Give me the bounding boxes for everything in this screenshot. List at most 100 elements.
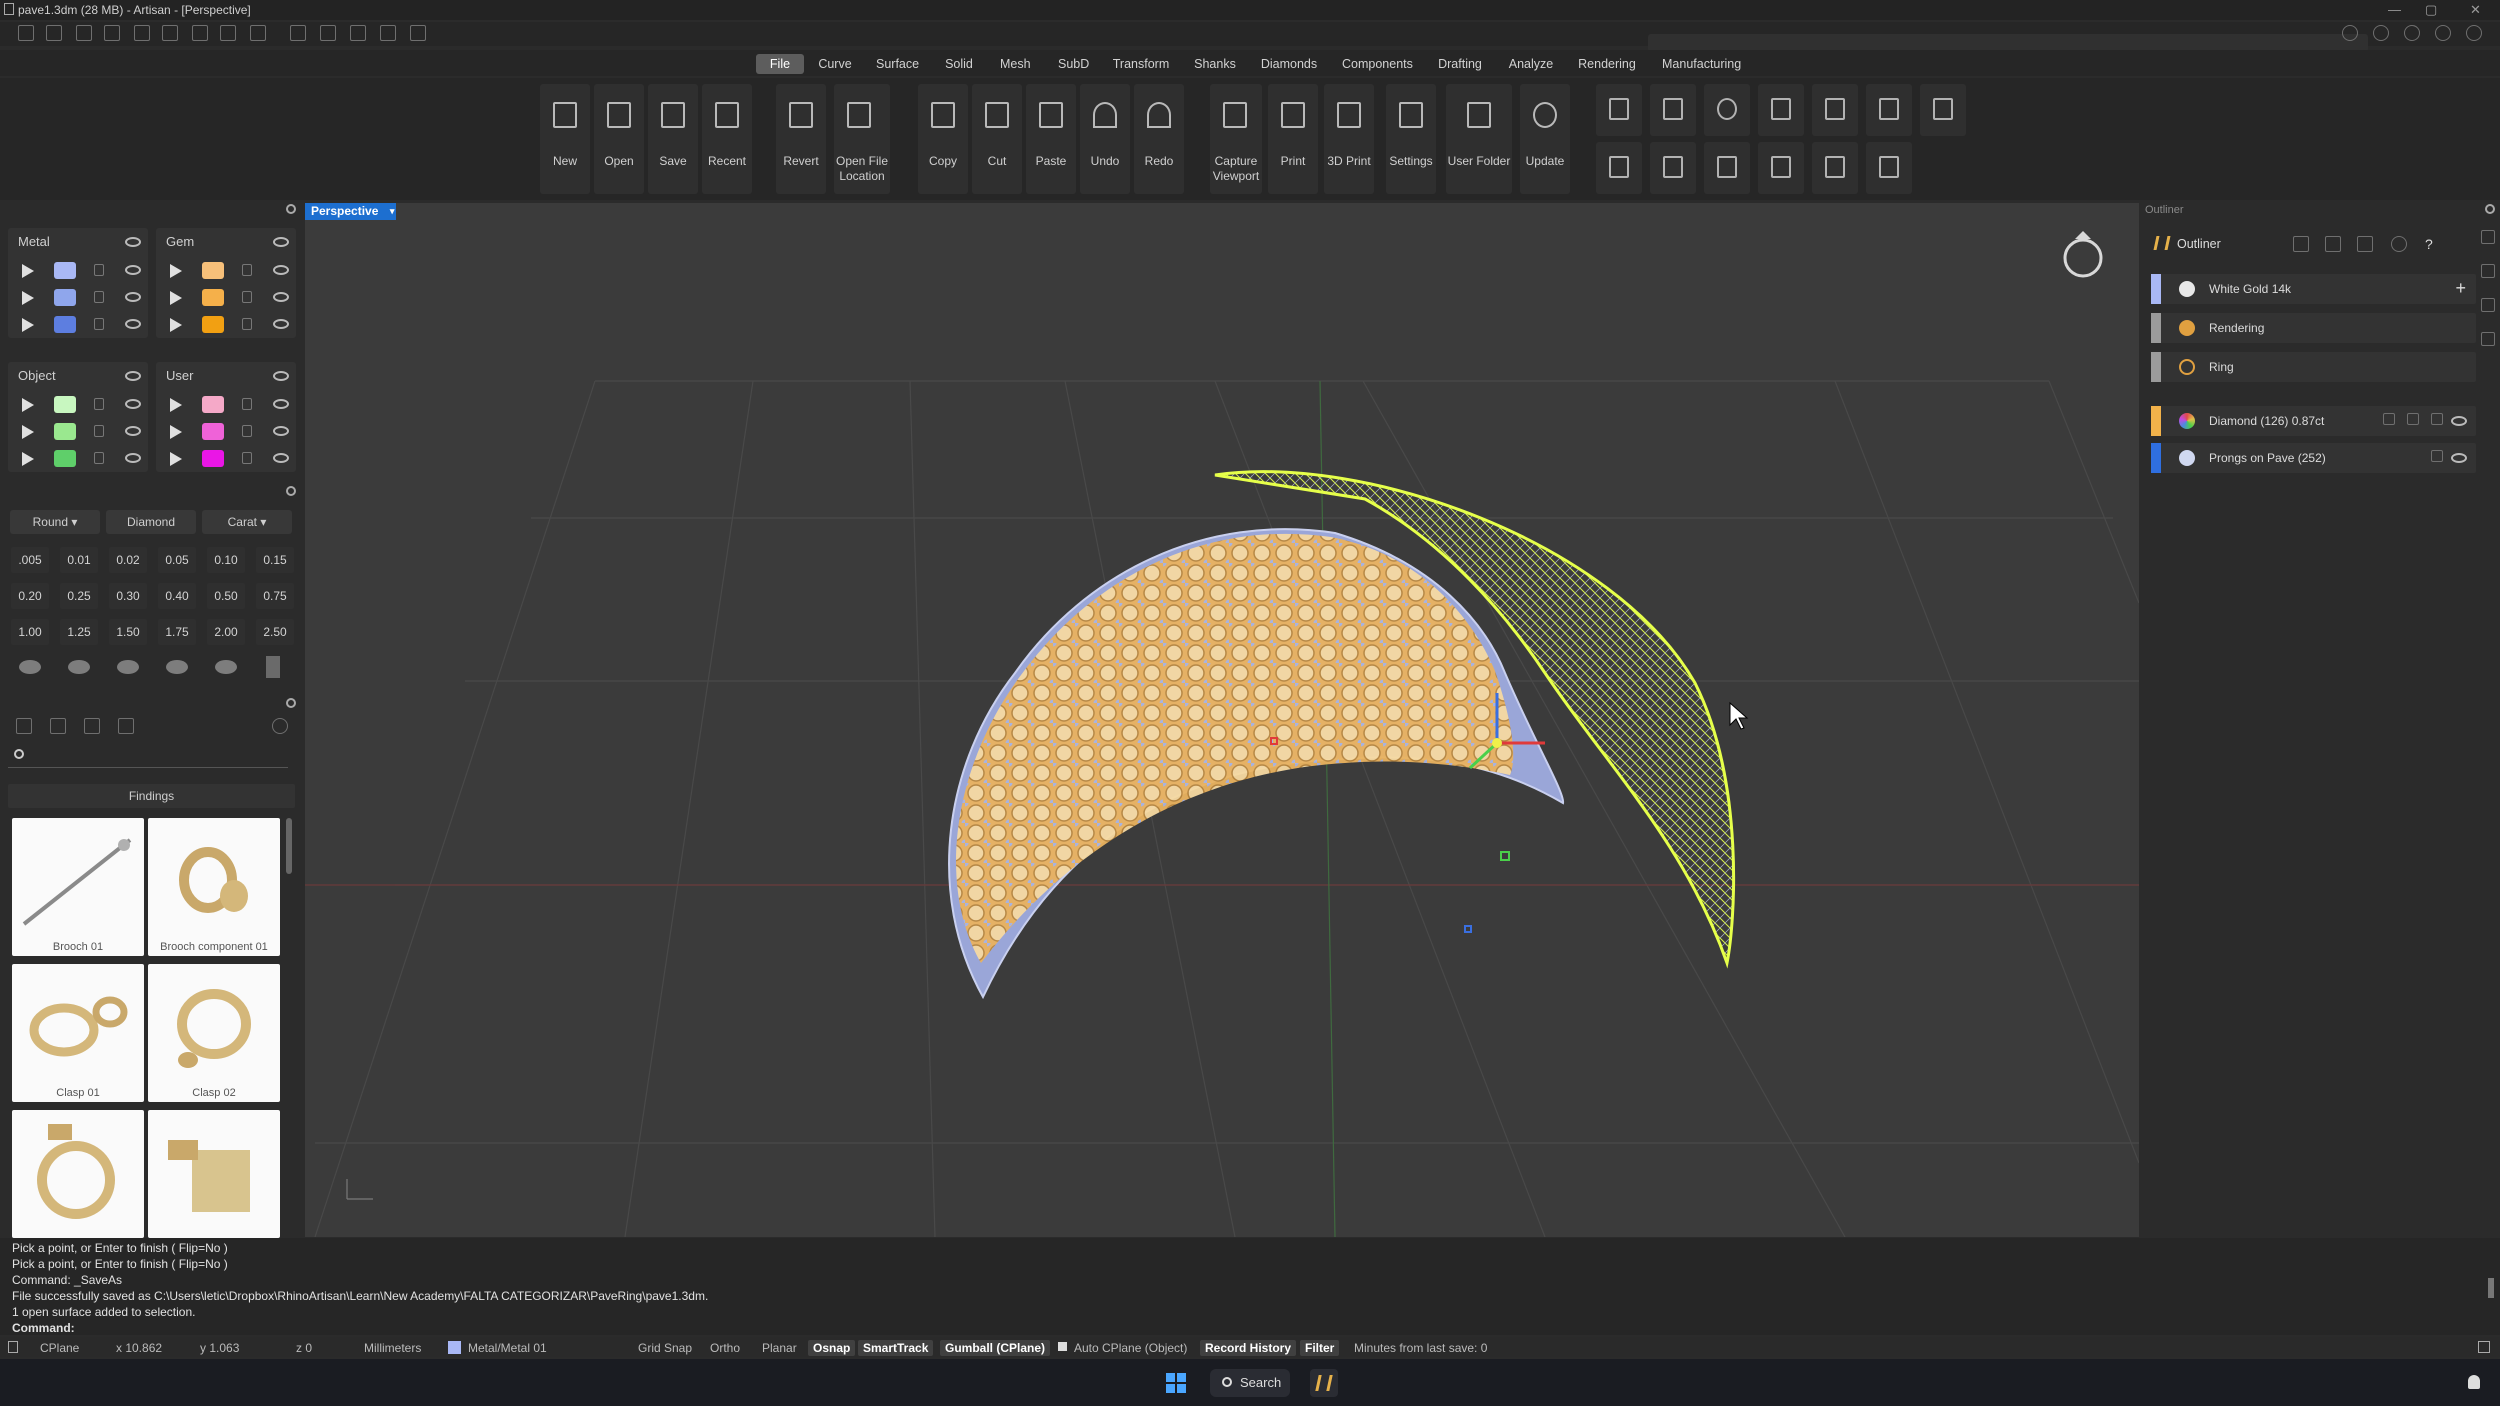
- library-item-clasp-04[interactable]: [148, 1110, 280, 1238]
- menu-surface[interactable]: Surface: [870, 54, 924, 74]
- gem-shape-icon[interactable]: [215, 660, 237, 674]
- size-button[interactable]: .005: [11, 547, 49, 573]
- outliner-item-ring[interactable]: Ring: [2151, 352, 2476, 382]
- select-icon[interactable]: [2407, 413, 2419, 425]
- side-tab-layers-icon[interactable]: [2481, 230, 2495, 244]
- tool-grid-button[interactable]: [1758, 84, 1804, 136]
- library-item-brooch-01[interactable]: Brooch 01: [12, 818, 144, 956]
- layer-color-swatch[interactable]: [202, 396, 224, 413]
- recent-button[interactable]: Recent: [702, 84, 752, 194]
- layer-row[interactable]: [8, 446, 148, 472]
- eye-icon[interactable]: [273, 371, 289, 381]
- pencil-icon[interactable]: [2431, 450, 2443, 462]
- eye-icon[interactable]: [273, 453, 289, 463]
- sync-icon[interactable]: [2373, 25, 2389, 41]
- search-input[interactable]: [32, 746, 282, 766]
- gear-icon[interactable]: [286, 204, 296, 214]
- lock-icon[interactable]: [242, 318, 252, 330]
- capture-viewport-button[interactable]: Capture Viewport: [1210, 84, 1262, 194]
- gear-icon[interactable]: [2485, 204, 2495, 214]
- menu-analyze[interactable]: Analyze: [1502, 54, 1560, 74]
- outliner-item-white-gold[interactable]: White Gold 14k +: [2151, 274, 2476, 304]
- redo-button[interactable]: Redo: [1134, 84, 1184, 194]
- menu-manufacturing[interactable]: Manufacturing: [1656, 54, 1746, 74]
- size-button[interactable]: 0.05: [158, 547, 196, 573]
- layer-color-swatch[interactable]: [54, 396, 76, 413]
- gem-shape-icon[interactable]: [68, 660, 90, 674]
- gem-shape-icon[interactable]: [166, 660, 188, 674]
- save-as-icon[interactable]: [220, 25, 236, 41]
- layer-color-swatch[interactable]: [54, 262, 76, 279]
- snap-icon[interactable]: [290, 25, 306, 41]
- tool-certificate-button[interactable]: [1704, 142, 1750, 194]
- lock-icon[interactable]: [242, 291, 252, 303]
- library-category-header[interactable]: Findings: [8, 784, 295, 808]
- windows-start-icon[interactable]: [1166, 1373, 1186, 1393]
- transform-icon[interactable]: [380, 25, 396, 41]
- gumball-toggle[interactable]: Gumball (CPlane): [940, 1340, 1051, 1356]
- eye-icon[interactable]: [273, 265, 289, 275]
- library-grid-icon[interactable]: [118, 718, 134, 734]
- eye-icon[interactable]: [125, 265, 141, 275]
- library-add-icon[interactable]: [50, 718, 66, 734]
- play-icon[interactable]: [170, 425, 182, 439]
- eye-icon[interactable]: [273, 237, 289, 247]
- tool-logo-button[interactable]: [1596, 142, 1642, 194]
- lock-icon[interactable]: [94, 398, 104, 410]
- menu-subd[interactable]: SubD: [1052, 54, 1094, 74]
- eye-icon[interactable]: [273, 399, 289, 409]
- undo-button[interactable]: Undo: [1080, 84, 1130, 194]
- layer-row[interactable]: [156, 285, 296, 311]
- menu-curve[interactable]: Curve: [812, 54, 858, 74]
- gem-shape-icon[interactable]: [117, 660, 139, 674]
- lock-icon[interactable]: [242, 425, 252, 437]
- settings-icon[interactable]: [410, 25, 426, 41]
- size-button[interactable]: 1.75: [158, 619, 196, 645]
- play-icon[interactable]: [22, 264, 34, 278]
- cut-button[interactable]: Cut: [972, 84, 1022, 194]
- menu-solid[interactable]: Solid: [938, 54, 980, 74]
- gear-icon[interactable]: [286, 486, 296, 496]
- size-button[interactable]: 1.00: [11, 619, 49, 645]
- eye-icon[interactable]: [125, 237, 141, 247]
- size-button[interactable]: 0.02: [109, 547, 147, 573]
- record-history-toggle[interactable]: Record History: [1200, 1340, 1297, 1356]
- size-button[interactable]: 0.20: [11, 583, 49, 609]
- maximize-icon[interactable]: ▢: [2425, 0, 2437, 20]
- eye-icon[interactable]: [125, 399, 141, 409]
- lock-icon[interactable]: [242, 264, 252, 276]
- layer-row[interactable]: [156, 419, 296, 445]
- eye-icon[interactable]: [273, 319, 289, 329]
- tool-layout-button[interactable]: [1650, 84, 1696, 136]
- chevron-down-icon[interactable]: ▾: [390, 203, 395, 220]
- menu-shanks[interactable]: Shanks: [1188, 54, 1242, 74]
- layer-row[interactable]: [156, 258, 296, 284]
- folder-icon[interactable]: [104, 25, 120, 41]
- save-button[interactable]: Save: [648, 84, 698, 194]
- menu-transform[interactable]: Transform: [1106, 54, 1176, 74]
- play-icon[interactable]: [22, 425, 34, 439]
- command-prompt[interactable]: Command:: [12, 1321, 75, 1335]
- balance-icon[interactable]: [2325, 236, 2341, 252]
- layer-row[interactable]: [8, 419, 148, 445]
- eye-icon[interactable]: [273, 426, 289, 436]
- plus-icon[interactable]: +: [2455, 278, 2466, 299]
- user-folder-button[interactable]: User Folder: [1446, 84, 1512, 194]
- info-icon[interactable]: [2466, 25, 2482, 41]
- template-icon[interactable]: [46, 25, 62, 41]
- redo-icon[interactable]: [162, 25, 178, 41]
- size-button[interactable]: 0.40: [158, 583, 196, 609]
- library-scrollbar[interactable]: [286, 818, 292, 874]
- size-button[interactable]: 2.00: [207, 619, 245, 645]
- tool-stamp-button[interactable]: [1650, 142, 1696, 194]
- gem-shape-icon[interactable]: [19, 660, 41, 674]
- tool-circle-button[interactable]: [1704, 84, 1750, 136]
- eye-icon[interactable]: [125, 371, 141, 381]
- library-item-clasp-02[interactable]: Clasp 02: [148, 964, 280, 1102]
- eye-icon[interactable]: [2451, 453, 2467, 463]
- size-button[interactable]: 0.75: [256, 583, 294, 609]
- library-reset-icon[interactable]: [272, 718, 288, 734]
- layer-color-swatch[interactable]: [202, 289, 224, 306]
- paste-button[interactable]: Paste: [1026, 84, 1076, 194]
- cplane-label[interactable]: CPlane: [40, 1340, 79, 1356]
